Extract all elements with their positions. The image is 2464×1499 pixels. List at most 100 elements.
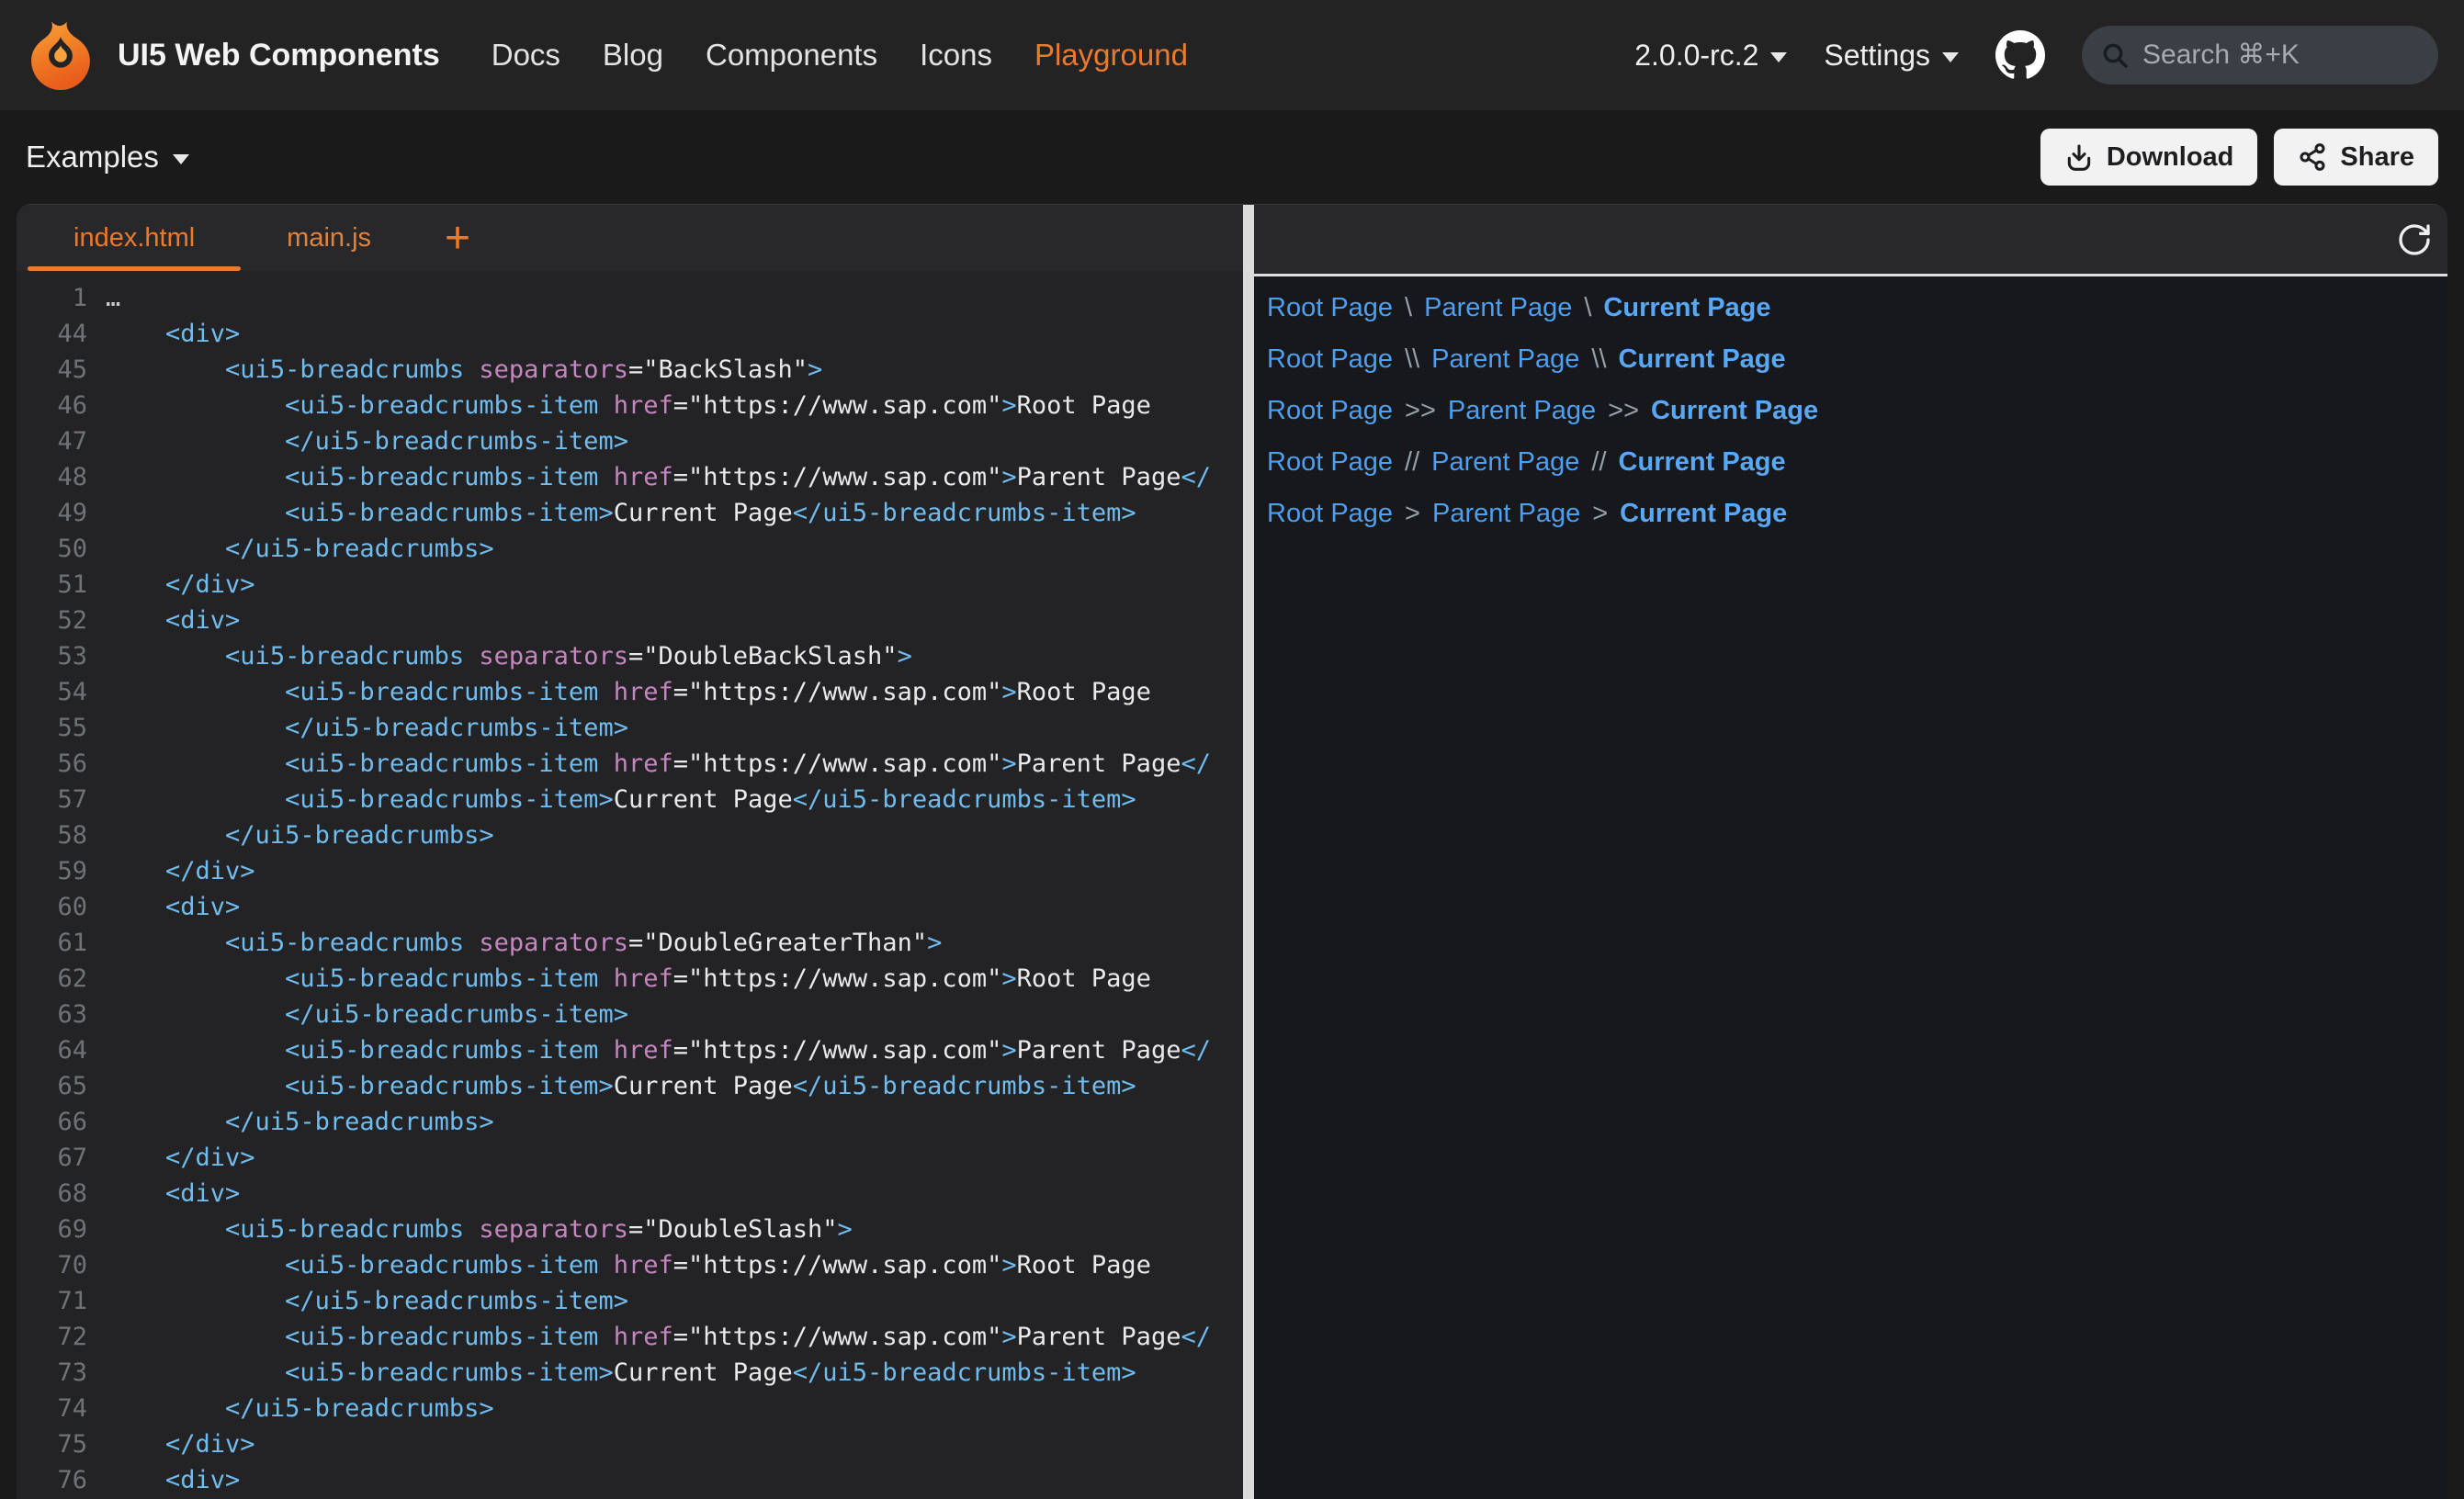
preview-pane: Root Page\Parent Page\Current PageRoot P… bbox=[1254, 205, 2447, 1499]
breadcrumb-link[interactable]: Parent Page bbox=[1424, 293, 1572, 323]
code-line-content: </ui5-breadcrumbs-item> bbox=[106, 997, 628, 1032]
nav-link-blog[interactable]: Blog bbox=[603, 38, 663, 73]
breadcrumb-link[interactable]: Root Page bbox=[1267, 396, 1393, 426]
line-number: 52 bbox=[17, 603, 87, 638]
breadcrumb-current: Current Page bbox=[1619, 447, 1786, 478]
code-line-content: </ui5-breadcrumbs-item> bbox=[106, 423, 628, 459]
code-line-content: <ui5-breadcrumbs-item href="https://www.… bbox=[106, 961, 1151, 997]
breadcrumb-separator: \\ bbox=[1405, 344, 1419, 375]
code-line-content: </div> bbox=[106, 1426, 255, 1462]
breadcrumb-separator: // bbox=[1591, 447, 1606, 478]
code-line-51: 51 </div> bbox=[17, 567, 1243, 603]
refresh-icon[interactable] bbox=[2396, 221, 2433, 258]
code-line-content: <ui5-breadcrumbs separators="BackSlash"> bbox=[106, 352, 822, 388]
download-button[interactable]: Download bbox=[2040, 129, 2258, 186]
line-number: 60 bbox=[17, 889, 87, 925]
line-number: 45 bbox=[17, 352, 87, 388]
search-input[interactable] bbox=[2141, 39, 2420, 72]
line-number: 44 bbox=[17, 316, 87, 352]
breadcrumb-link[interactable]: Parent Page bbox=[1448, 396, 1596, 426]
code-line-47: 47 </ui5-breadcrumbs-item> bbox=[17, 423, 1243, 459]
code-line-50: 50 </ui5-breadcrumbs> bbox=[17, 531, 1243, 567]
line-number: 58 bbox=[17, 817, 87, 853]
breadcrumb-link[interactable]: Root Page bbox=[1267, 344, 1393, 375]
breadcrumb-separator: \ bbox=[1584, 293, 1591, 323]
brand-title[interactable]: UI5 Web Components bbox=[118, 38, 440, 73]
breadcrumb-link[interactable]: Parent Page bbox=[1431, 447, 1579, 478]
breadcrumbs-row-2: Root Page\\Parent Page\\Current Page bbox=[1267, 333, 2447, 385]
line-number: 70 bbox=[17, 1247, 87, 1283]
breadcrumb-link[interactable]: Root Page bbox=[1267, 293, 1393, 323]
nav-link-components[interactable]: Components bbox=[706, 38, 877, 73]
breadcrumb-separator: >> bbox=[1608, 396, 1639, 426]
examples-dropdown[interactable]: Examples bbox=[26, 140, 189, 175]
code-line-57: 57 <ui5-breadcrumbs-item>Current Page</u… bbox=[17, 782, 1243, 817]
breadcrumb-separator: \\ bbox=[1591, 344, 1606, 375]
version-dropdown[interactable]: 2.0.0-rc.2 bbox=[1634, 39, 1787, 73]
pane-splitter[interactable] bbox=[1243, 205, 1254, 1499]
add-tab-button[interactable]: + bbox=[417, 205, 498, 271]
code-line-content: <ui5-breadcrumbs-item href="https://www.… bbox=[106, 674, 1151, 710]
code-line-63: 63 </ui5-breadcrumbs-item> bbox=[17, 997, 1243, 1032]
search-box[interactable] bbox=[2082, 26, 2438, 85]
breadcrumb-link[interactable]: Root Page bbox=[1267, 499, 1393, 529]
code-line-76: 76 <div> bbox=[17, 1462, 1243, 1498]
github-icon[interactable] bbox=[1995, 30, 2045, 80]
nav-link-icons[interactable]: Icons bbox=[920, 38, 992, 73]
breadcrumb-link[interactable]: Parent Page bbox=[1432, 499, 1580, 529]
code-line-70: 70 <ui5-breadcrumbs-item href="https://w… bbox=[17, 1247, 1243, 1283]
breadcrumbs-row-1: Root Page\Parent Page\Current Page bbox=[1267, 282, 2447, 333]
breadcrumbs-row-4: Root Page//Parent Page//Current Page bbox=[1267, 436, 2447, 488]
breadcrumb-separator: >> bbox=[1405, 396, 1436, 426]
line-number: 54 bbox=[17, 674, 87, 710]
code-line-content: <div> bbox=[106, 603, 240, 638]
editor-tab-index.html[interactable]: index.html bbox=[28, 205, 241, 271]
code-line-67: 67 </div> bbox=[17, 1140, 1243, 1176]
line-number: 61 bbox=[17, 925, 87, 961]
editor-tab-main.js[interactable]: main.js bbox=[241, 205, 417, 271]
settings-dropdown[interactable]: Settings bbox=[1824, 39, 1959, 73]
code-line-content: <ui5-breadcrumbs-item href="https://www.… bbox=[106, 1032, 1211, 1068]
ui5-logo-icon[interactable] bbox=[26, 20, 96, 90]
share-label: Share bbox=[2340, 142, 2414, 173]
code-line-59: 59 </div> bbox=[17, 853, 1243, 889]
nav-link-playground[interactable]: Playground bbox=[1034, 38, 1188, 73]
line-number: 65 bbox=[17, 1068, 87, 1104]
code-line-44: 44 <div> bbox=[17, 316, 1243, 352]
code-line-content: </ui5-breadcrumbs> bbox=[106, 817, 494, 853]
code-line-54: 54 <ui5-breadcrumbs-item href="https://w… bbox=[17, 674, 1243, 710]
code-editor-pane: index.htmlmain.js + 1…44 <div>45 <ui5-br… bbox=[17, 205, 1243, 1499]
breadcrumb-separator: > bbox=[1405, 499, 1420, 529]
breadcrumb-link[interactable]: Root Page bbox=[1267, 447, 1393, 478]
code-line-75: 75 </div> bbox=[17, 1426, 1243, 1462]
line-number: 75 bbox=[17, 1426, 87, 1462]
code-line-58: 58 </ui5-breadcrumbs> bbox=[17, 817, 1243, 853]
code-line-68: 68 <div> bbox=[17, 1176, 1243, 1212]
code-line-content: <ui5-breadcrumbs-item href="https://www.… bbox=[106, 1319, 1211, 1355]
line-number: 69 bbox=[17, 1212, 87, 1247]
code-line-content: <div> bbox=[106, 1462, 240, 1498]
code-line-53: 53 <ui5-breadcrumbs separators="DoubleBa… bbox=[17, 638, 1243, 674]
toolbar-actions: Download Share bbox=[2040, 129, 2438, 186]
preview-content: Root Page\Parent Page\Current PageRoot P… bbox=[1254, 276, 2447, 1499]
share-button[interactable]: Share bbox=[2274, 129, 2438, 186]
line-number: 57 bbox=[17, 782, 87, 817]
breadcrumbs-row-5: Root Page>Parent Page>Current Page bbox=[1267, 488, 2447, 539]
code-line-content: </ui5-breadcrumbs> bbox=[106, 1104, 494, 1140]
code-line-1: 1… bbox=[17, 280, 1243, 316]
code-line-content: <ui5-breadcrumbs-item href="https://www.… bbox=[106, 746, 1211, 782]
code-line-content: <ui5-breadcrumbs-item>Current Page</ui5-… bbox=[106, 1068, 1136, 1104]
code-editor[interactable]: 1…44 <div>45 <ui5-breadcrumbs separators… bbox=[17, 271, 1243, 1499]
code-line-content: … bbox=[106, 280, 120, 316]
breadcrumb-link[interactable]: Parent Page bbox=[1431, 344, 1579, 375]
code-line-content: <div> bbox=[106, 316, 240, 352]
search-icon bbox=[2100, 40, 2130, 70]
code-line-content: <div> bbox=[106, 1176, 240, 1212]
code-line-61: 61 <ui5-breadcrumbs separators="DoubleGr… bbox=[17, 925, 1243, 961]
download-label: Download bbox=[2107, 142, 2234, 173]
code-line-content: <ui5-breadcrumbs separators="DoubleGreat… bbox=[106, 925, 942, 961]
nav-link-docs[interactable]: Docs bbox=[492, 38, 560, 73]
code-line-content: </ui5-breadcrumbs> bbox=[106, 1391, 494, 1426]
breadcrumb-separator: > bbox=[1592, 499, 1608, 529]
line-number: 53 bbox=[17, 638, 87, 674]
